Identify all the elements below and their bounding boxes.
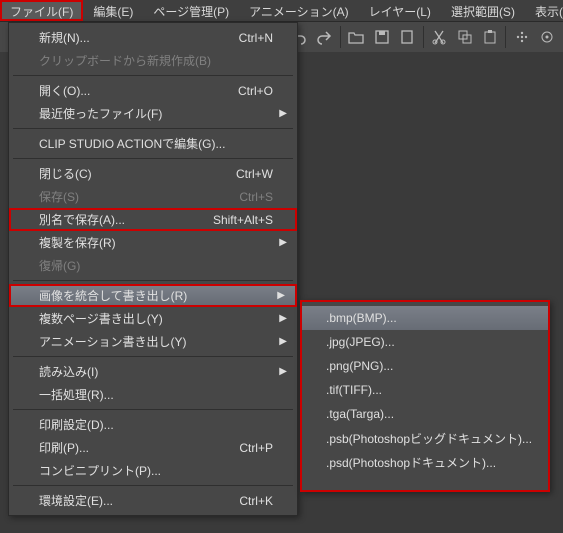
menu-item-25[interactable]: 環境設定(E)... Ctrl+K	[9, 489, 297, 512]
menu-item-label: 閉じる(C)	[39, 165, 226, 182]
menu-animation[interactable]: アニメーション(A)	[239, 0, 359, 21]
export-format-label: .psb(Photoshopビッグドキュメント)...	[326, 430, 532, 447]
menu-item-22[interactable]: 印刷(P)... Ctrl+P	[9, 436, 297, 459]
menu-item-label: クリップボードから新規作成(B)	[39, 52, 273, 69]
menu-edit[interactable]: 編集(E)	[83, 0, 143, 21]
menu-item-8[interactable]: 閉じる(C) Ctrl+W	[9, 162, 297, 185]
export-format-item[interactable]: .tga(Targa)...	[302, 402, 548, 426]
menu-item-1: クリップボードから新規作成(B)	[9, 49, 297, 72]
export-format-item[interactable]: .psd(Photoshopドキュメント)...	[302, 450, 548, 474]
menu-separator	[13, 75, 293, 76]
export-format-item[interactable]: .psb(Photoshopビッグドキュメント)...	[302, 426, 548, 450]
copy-icon[interactable]	[453, 25, 476, 49]
menu-item-15[interactable]: 複数ページ書き出し(Y) ▶	[9, 307, 297, 330]
menu-item-3[interactable]: 開く(O)... Ctrl+O	[9, 79, 297, 102]
export-submenu: .bmp(BMP)... .jpg(JPEG)... .png(PNG)... .ti…	[300, 300, 550, 492]
redo-icon[interactable]	[313, 25, 336, 49]
menu-item-label: 環境設定(E)...	[39, 492, 229, 509]
menu-separator	[13, 485, 293, 486]
menu-item-label: 一括処理(R)...	[39, 386, 273, 403]
export-format-label: .bmp(BMP)...	[326, 311, 397, 325]
menu-item-14[interactable]: 画像を統合して書き出し(R) ▶	[9, 284, 297, 307]
menu-item-shortcut: Ctrl+O	[238, 84, 273, 98]
submenu-arrow-icon: ▶	[279, 336, 287, 347]
menu-item-6[interactable]: CLIP STUDIO ACTIONで編集(G)...	[9, 132, 297, 155]
file-menu-dropdown: 新規(N)... Ctrl+N クリップボードから新規作成(B) 開く(O)... Ct…	[8, 22, 298, 516]
menu-item-23[interactable]: コンビニプリント(P)...	[9, 459, 297, 482]
export-format-label: .psd(Photoshopドキュメント)...	[326, 454, 496, 471]
menu-item-label: 読み込み(I)	[39, 363, 273, 380]
menu-item-shortcut: Ctrl+P	[239, 441, 273, 455]
menu-item-label: 復帰(G)	[39, 257, 273, 274]
export-format-label: .tga(Targa)...	[326, 407, 394, 421]
menu-item-12: 復帰(G)	[9, 254, 297, 277]
toolbar-separator	[423, 26, 424, 48]
export-format-item[interactable]: .bmp(BMP)...	[302, 306, 548, 330]
export-format-label: .jpg(JPEG)...	[326, 335, 395, 349]
menu-item-0[interactable]: 新規(N)... Ctrl+N	[9, 26, 297, 49]
submenu-arrow-icon: ▶	[279, 108, 287, 119]
menu-item-label: アニメーション書き出し(Y)	[39, 333, 273, 350]
menu-selection[interactable]: 選択範囲(S)	[441, 0, 525, 21]
menu-item-label: 画像を統合して書き出し(R)	[39, 287, 273, 304]
dots-icon[interactable]	[510, 25, 533, 49]
menu-item-21[interactable]: 印刷設定(D)...	[9, 413, 297, 436]
menu-item-shortcut: Ctrl+K	[239, 494, 273, 508]
export-format-item[interactable]: .png(PNG)...	[302, 354, 548, 378]
export-format-label: .png(PNG)...	[326, 359, 393, 373]
menu-item-label: 新規(N)...	[39, 29, 229, 46]
menu-layer[interactable]: レイヤー(L)	[359, 0, 441, 21]
export-format-item[interactable]: .tif(TIFF)...	[302, 378, 548, 402]
export-format-item[interactable]: .jpg(JPEG)...	[302, 330, 548, 354]
toolbar-separator	[505, 26, 506, 48]
menu-item-9: 保存(S) Ctrl+S	[9, 185, 297, 208]
menu-view[interactable]: 表示(V)	[525, 0, 563, 21]
submenu-arrow-icon: ▶	[279, 237, 287, 248]
menu-item-shortcut: Ctrl+N	[239, 31, 273, 45]
menu-item-label: 印刷(P)...	[39, 439, 229, 456]
submenu-arrow-icon: ▶	[277, 290, 285, 301]
menu-page[interactable]: ページ管理(P)	[143, 0, 239, 21]
doc-icon[interactable]	[395, 25, 418, 49]
menubar: ファイル(F) 編集(E) ページ管理(P) アニメーション(A) レイヤー(L…	[0, 0, 563, 22]
cut-icon[interactable]	[428, 25, 451, 49]
menu-item-label: 開く(O)...	[39, 82, 228, 99]
menu-item-4[interactable]: 最近使ったファイル(F) ▶	[9, 102, 297, 125]
menu-item-label: 複製を保存(R)	[39, 234, 273, 251]
menu-separator	[13, 128, 293, 129]
menu-item-shortcut: Shift+Alt+S	[213, 213, 273, 227]
menu-item-label: 印刷設定(D)...	[39, 416, 273, 433]
menu-item-label: 最近使ったファイル(F)	[39, 105, 273, 122]
export-format-label: .tif(TIFF)...	[326, 383, 382, 397]
menu-item-label: コンビニプリント(P)...	[39, 462, 273, 479]
menu-item-label: 別名で保存(A)...	[39, 211, 203, 228]
menu-item-label: 複数ページ書き出し(Y)	[39, 310, 273, 327]
toolbar-separator	[340, 26, 341, 48]
target-icon[interactable]	[536, 25, 559, 49]
menu-item-19[interactable]: 一括処理(R)...	[9, 383, 297, 406]
menu-item-shortcut: Ctrl+W	[236, 167, 273, 181]
menu-item-10[interactable]: 別名で保存(A)... Shift+Alt+S	[9, 208, 297, 231]
menu-item-18[interactable]: 読み込み(I) ▶	[9, 360, 297, 383]
menu-item-16[interactable]: アニメーション書き出し(Y) ▶	[9, 330, 297, 353]
submenu-arrow-icon: ▶	[279, 313, 287, 324]
menu-item-shortcut: Ctrl+S	[239, 190, 273, 204]
menu-item-11[interactable]: 複製を保存(R) ▶	[9, 231, 297, 254]
submenu-arrow-icon: ▶	[279, 366, 287, 377]
menu-item-label: CLIP STUDIO ACTIONで編集(G)...	[39, 135, 273, 152]
menu-item-label: 保存(S)	[39, 188, 229, 205]
folder-icon[interactable]	[345, 25, 368, 49]
menu-separator	[13, 356, 293, 357]
menu-separator	[13, 158, 293, 159]
save-icon[interactable]	[370, 25, 393, 49]
paste-icon[interactable]	[478, 25, 501, 49]
menu-separator	[13, 280, 293, 281]
menu-separator	[13, 409, 293, 410]
menu-file[interactable]: ファイル(F)	[0, 0, 83, 21]
